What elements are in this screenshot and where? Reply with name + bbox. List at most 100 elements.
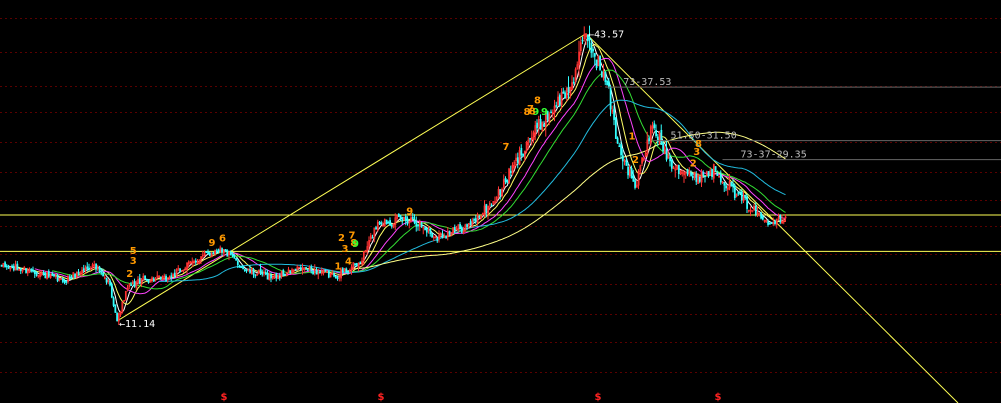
candle-body [543,124,546,127]
candle-body [774,220,777,224]
candle-body [732,184,735,187]
candle-body [334,276,337,279]
count-label: 3 [130,256,137,267]
candle-body [63,280,66,283]
candle-body [490,204,493,207]
candle-body [207,251,210,255]
candle-body [415,222,418,227]
candle-body [33,270,36,274]
candle-body [630,168,633,179]
candle-body [606,80,609,86]
candle-body [345,268,348,273]
candle-body [406,218,409,224]
trend-lines [116,33,959,403]
candle-body [217,249,220,252]
candle-body [165,275,168,282]
candle-body [233,254,236,259]
candle-body [312,270,315,275]
candle-body [387,222,390,224]
candle-body [469,221,472,226]
candle-body [425,227,428,233]
candle-body [179,268,182,273]
candle-body [240,266,243,268]
candle-body [109,280,112,286]
candle-body [130,284,133,286]
candle-body [61,277,64,282]
candle-body [744,194,747,199]
candle-body [95,263,98,270]
candle-body [254,274,257,277]
count-label: 2 [690,159,697,170]
candle-body [289,270,292,274]
candle-body [152,278,155,282]
candle-body [42,272,45,274]
candle-body [695,174,698,182]
candle-body [754,205,757,215]
count-label: 7 [527,104,534,115]
bottom-marker: $ [715,392,722,403]
candle-body [333,273,336,277]
candle-body [474,218,477,222]
support-lines [0,214,1001,252]
candle-body [616,137,619,144]
count-label: 8 [534,95,541,106]
count-label: 5 [130,246,137,257]
candle-body [242,266,245,269]
candle-body [634,180,637,188]
candle-body [436,237,439,242]
candle-body [282,270,285,276]
count-label: 4 [345,257,352,268]
candle-body [235,258,238,261]
candle-body [224,249,227,252]
candle-body [516,157,519,163]
candle-body [310,266,313,271]
candle-body [32,269,35,272]
candle-body [614,117,617,139]
candle-body [648,138,651,142]
candle-body [424,227,427,230]
candle-body [205,251,208,254]
candle-body [618,145,621,148]
candle-body [536,122,539,129]
candle-body [359,261,362,264]
candle-body [53,274,56,277]
candle-body [170,275,173,278]
level-label: 51.50-31.50 [671,131,737,142]
candle-body [144,275,147,280]
candle-body [520,148,523,156]
candle-body [238,265,241,268]
candle-body [725,185,728,189]
candle-body [305,267,308,269]
candle-body [613,108,616,120]
candle-body [264,272,267,275]
candle-body [249,269,252,273]
candle-body [466,224,469,227]
candle-body [378,222,381,224]
candle-body [110,283,113,298]
candle-body [147,279,150,283]
count-label: 9 [541,107,548,118]
candle-body [259,268,262,272]
candle-body [25,268,28,273]
candle-body [270,274,273,279]
high-label: ←43.57 [588,30,624,41]
candle-body [621,155,624,162]
candle-body [375,227,378,230]
candle-body [98,266,101,273]
candle-body [51,273,54,276]
candle-body [397,213,400,217]
count-label: 9 [406,207,413,218]
candle-body [770,222,773,224]
candle-body [730,181,733,187]
candle-body [459,224,462,229]
candle-body [68,276,71,279]
candle-body [448,230,451,235]
candle-body [737,192,740,195]
candle-body [768,223,771,225]
candle-body [112,297,115,306]
candle-body [723,182,726,186]
candle-body [656,136,659,143]
candle-body [761,216,764,220]
candle-body [226,250,229,257]
candle-body [65,281,68,283]
